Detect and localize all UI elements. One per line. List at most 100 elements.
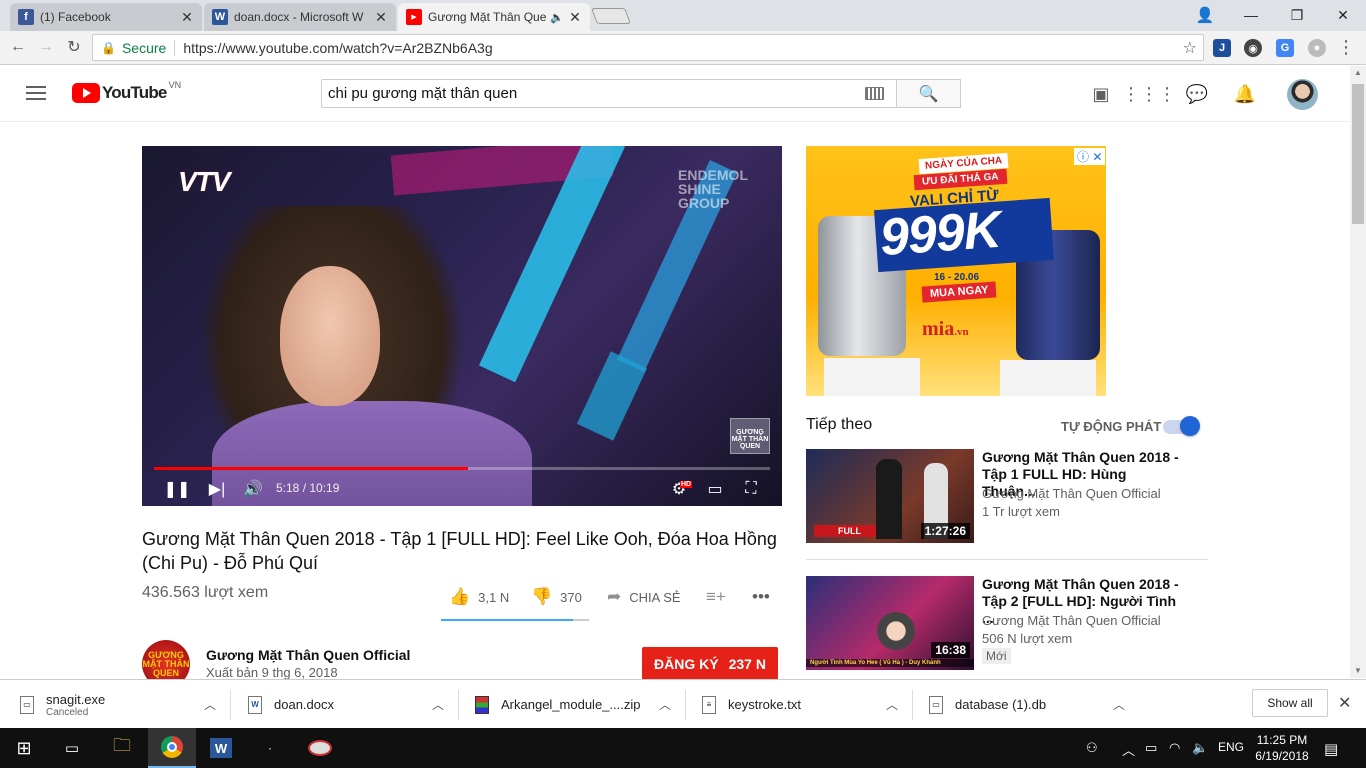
search-button[interactable]: 🔍 — [896, 79, 961, 108]
file-explorer-icon[interactable]: 🗀 — [98, 728, 146, 768]
google-translate-icon[interactable]: G — [1276, 39, 1294, 57]
tab-youtube-video[interactable]: ▶ Gương Mặt Thân Que 🔈 ✕ — [398, 3, 590, 31]
scroll-up-arrow-icon[interactable]: ▲ — [1354, 68, 1362, 77]
subscribe-label: ĐĂNG KÝ — [654, 656, 719, 672]
chrome-taskbar-icon[interactable] — [148, 728, 196, 768]
messages-icon[interactable]: 💬 — [1185, 82, 1209, 106]
word-taskbar-icon[interactable]: W — [197, 728, 245, 768]
download-item[interactable]: Arkangel_module_....zip ︿ — [475, 680, 671, 729]
chevron-up-icon[interactable]: ︿ — [204, 696, 216, 713]
pause-icon[interactable]: ❚❚ — [164, 478, 191, 500]
subscribe-button[interactable]: ĐĂNG KÝ 237 N — [642, 647, 778, 681]
browser-toolbar: ← → ↻ 🔒 Secure https://www.youtube.com/w… — [0, 31, 1366, 65]
toggle-knob — [1180, 416, 1200, 436]
close-window-button[interactable]: ✕ — [1320, 0, 1366, 30]
close-downloads-icon[interactable]: ✕ — [1338, 693, 1351, 713]
notifications-bell-icon[interactable]: 🔔 — [1233, 82, 1257, 106]
display-ad[interactable]: NGÀY CỦA CHA ƯU ĐÃI THẢ GA VALI CHỈ TỪ 9… — [806, 146, 1106, 396]
extension-circle-icon[interactable]: ◉ — [1244, 39, 1262, 57]
battery-icon[interactable]: ▭ — [1145, 740, 1157, 756]
account-avatar[interactable] — [1287, 79, 1318, 110]
up-next-video[interactable]: FULL 1:27:26 Gương Mặt Thân Quen 2018 - … — [806, 449, 1208, 544]
chevron-up-icon[interactable]: ︿ — [659, 696, 671, 713]
video-progress-bar[interactable] — [154, 467, 770, 470]
up-next-video[interactable]: Người Tình Mùa Yo Hee ( Vũ Hà ) - Duy Kh… — [806, 576, 1208, 671]
minimize-button[interactable]: — — [1228, 0, 1274, 30]
download-item[interactable]: ▭ database (1).db ︿ — [929, 680, 1125, 729]
keyboard-icon[interactable] — [865, 87, 884, 100]
speaker-icon[interactable]: 🔈 — [1192, 740, 1208, 756]
word-icon: W — [210, 738, 232, 758]
add-to-playlist-button[interactable]: ≡+ — [706, 587, 726, 607]
next-video-icon[interactable]: ▶| — [206, 478, 228, 500]
fullscreen-icon[interactable]: ⛶ — [740, 478, 762, 500]
new-tab-button[interactable] — [591, 8, 631, 24]
browser-menu-icon[interactable]: ⋮ — [1334, 35, 1358, 59]
people-icon[interactable]: ⚇ — [1086, 740, 1098, 756]
snagit-icon — [308, 740, 332, 756]
download-item[interactable]: W doan.docx ︿ — [248, 680, 444, 729]
tab-word-document[interactable]: W doan.docx - Microsoft W ✕ — [204, 3, 396, 31]
like-button[interactable]: 👍 3,1 N — [449, 587, 509, 607]
chevron-up-icon[interactable]: ︿ — [1113, 696, 1125, 713]
search-input[interactable]: chi pu gương mặt thân quen — [321, 79, 897, 108]
app-taskbar-icon[interactable]: · — [246, 728, 294, 768]
task-view-icon[interactable]: ▭ — [48, 728, 96, 768]
windows-start-icon[interactable]: ⊞ — [0, 728, 48, 768]
close-tab-icon[interactable]: ✕ — [180, 9, 194, 26]
video-thumbnail[interactable]: FULL 1:27:26 — [806, 449, 974, 543]
show-all-downloads-button[interactable]: Show all — [1252, 689, 1328, 717]
youtube-play-icon — [72, 83, 100, 103]
action-center-icon[interactable]: ▤ — [1324, 740, 1338, 758]
video-duration: 16:38 — [931, 642, 970, 658]
youtube-logo[interactable]: YouTube VN — [72, 80, 181, 103]
extension-gray-icon[interactable]: ● — [1308, 39, 1326, 57]
chrome-icon — [161, 736, 183, 758]
chevron-up-icon[interactable]: ︿ — [886, 696, 898, 713]
tray-chevron-up-icon[interactable]: ︿ — [1122, 740, 1135, 759]
url-text[interactable]: https://www.youtube.com/watch?v=Ar2BZNb6… — [183, 40, 492, 56]
apps-grid-icon[interactable]: ⋮⋮⋮ — [1122, 82, 1176, 106]
upload-video-icon[interactable]: ▣ — [1089, 82, 1113, 106]
scrollbar-thumb[interactable] — [1352, 84, 1364, 224]
bookmark-star-icon[interactable]: ☆ — [1183, 38, 1197, 58]
download-item[interactable]: ▭ snagit.exe Canceled ︿ — [20, 680, 216, 729]
search-query: chi pu gương mặt thân quen — [328, 85, 518, 102]
autoplay-toggle[interactable] — [1163, 416, 1200, 436]
more-actions-button[interactable]: ••• — [752, 587, 770, 607]
youtube-icon: ▶ — [406, 9, 422, 25]
dislike-button[interactable]: 👎 370 — [531, 587, 582, 607]
download-filename: keystroke.txt — [728, 697, 801, 712]
channel-name[interactable]: Gương Mặt Thân Quen Official — [206, 647, 410, 663]
address-bar[interactable]: 🔒 Secure https://www.youtube.com/watch?v… — [92, 34, 1204, 61]
ad-info-close-icon[interactable]: ⓘ ✕ — [1074, 148, 1106, 165]
forward-icon[interactable]: → — [34, 35, 58, 59]
download-separator — [912, 690, 913, 720]
extension-j-icon[interactable]: J — [1213, 39, 1231, 57]
facebook-icon: f — [18, 9, 34, 25]
system-clock[interactable]: 11:25 PM 6/19/2018 — [1250, 732, 1314, 764]
video-player[interactable]: VTV ENDEMOL SHINE GROUP GƯƠNG MẶT THÂN Q… — [142, 146, 782, 506]
back-icon[interactable]: ← — [6, 35, 30, 59]
chevron-up-icon[interactable]: ︿ — [432, 696, 444, 713]
close-tab-icon[interactable]: ✕ — [568, 9, 582, 26]
audio-playing-icon[interactable]: 🔈 — [550, 11, 564, 24]
video-progress-fill — [154, 467, 469, 470]
reload-icon[interactable]: ↻ — [62, 35, 86, 59]
wifi-icon[interactable]: ◠ — [1169, 740, 1180, 756]
download-item[interactable]: ≡ keystroke.txt ︿ — [702, 680, 898, 729]
close-tab-icon[interactable]: ✕ — [374, 9, 388, 26]
input-language[interactable]: ENG — [1218, 740, 1244, 754]
share-button[interactable]: ➦ CHIA SẺ — [607, 587, 681, 607]
like-ratio-fill — [441, 619, 573, 621]
menu-icon[interactable] — [26, 86, 46, 100]
scroll-down-arrow-icon[interactable]: ▼ — [1354, 666, 1362, 675]
maximize-button[interactable]: ❐ — [1274, 0, 1320, 30]
profile-icon[interactable]: 👤 — [1182, 0, 1228, 30]
page-scrollbar[interactable]: ▲ ▼ — [1350, 66, 1366, 678]
snagit-taskbar-icon[interactable] — [296, 728, 344, 768]
video-thumbnail[interactable]: Người Tình Mùa Yo Hee ( Vũ Hà ) - Duy Kh… — [806, 576, 974, 670]
volume-icon[interactable]: 🔊 — [242, 478, 264, 500]
tab-facebook[interactable]: f (1) Facebook ✕ — [10, 3, 202, 31]
theater-mode-icon[interactable]: ▭ — [704, 478, 726, 500]
